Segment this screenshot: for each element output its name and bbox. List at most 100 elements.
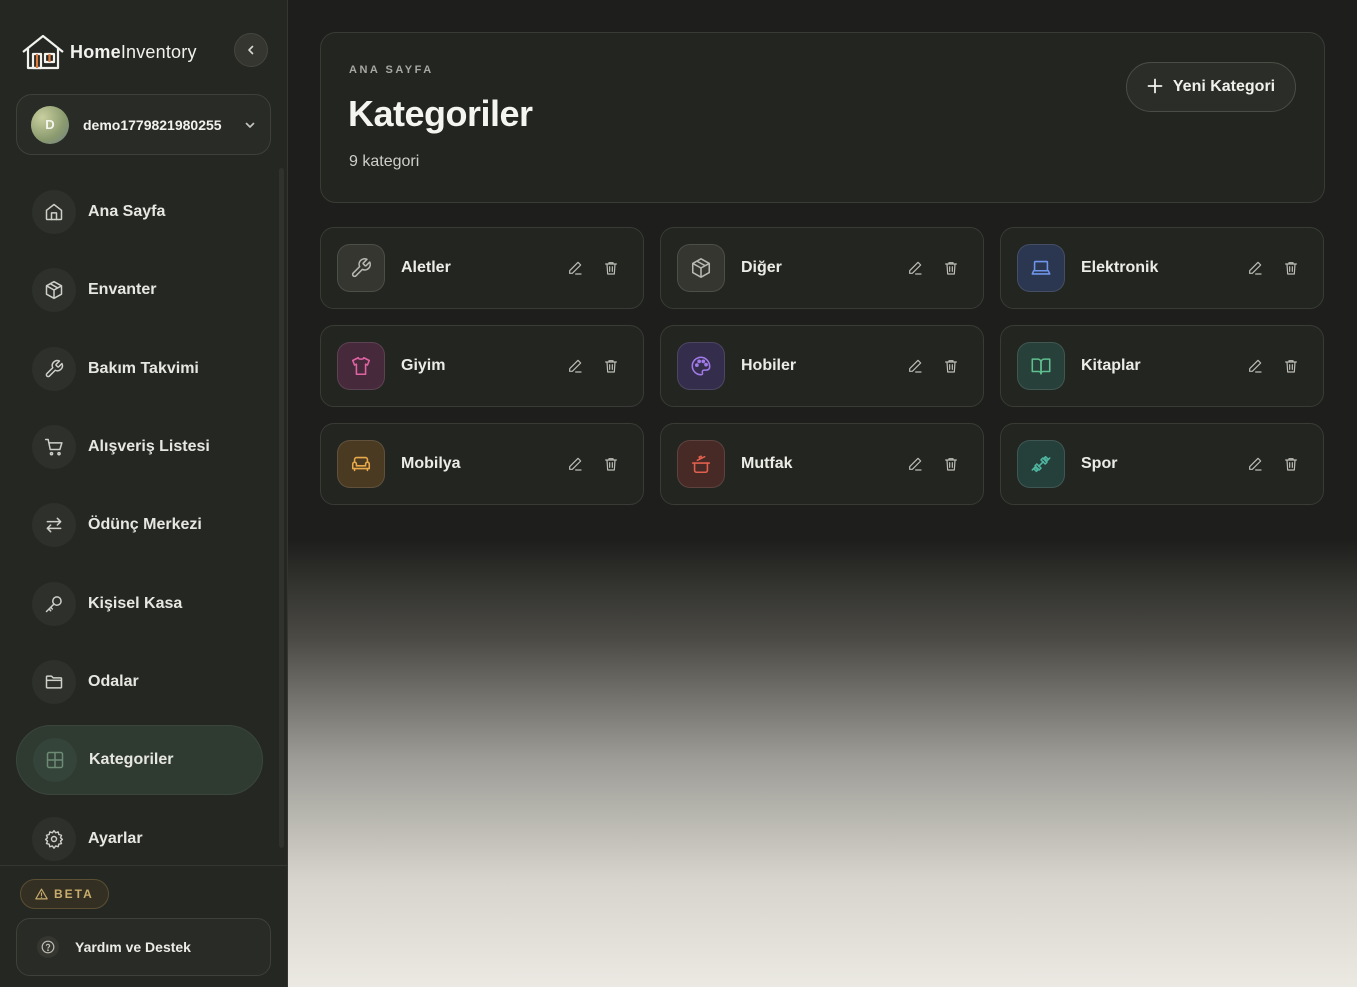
page-header: ANA SAYFA Kategoriler 9 kategori Yeni Ka… <box>320 32 1325 203</box>
folder-icon <box>32 660 76 704</box>
category-card-mobilya[interactable]: Mobilya <box>320 423 644 505</box>
user-name: demo1779821980255 <box>83 116 222 133</box>
laptop-icon <box>1017 244 1065 292</box>
box-icon <box>32 268 76 312</box>
breadcrumb[interactable]: ANA SAYFA <box>349 64 434 76</box>
beta-badge: BETA <box>20 879 109 909</box>
category-label: Hobiler <box>741 357 797 374</box>
sidebar-item-ayarlar[interactable]: Ayarlar <box>16 804 263 874</box>
cooking-pot-icon <box>677 440 725 488</box>
sidebar-item-label: Envanter <box>88 281 157 298</box>
edit-icon[interactable] <box>1245 454 1265 474</box>
sidebar-item-odunc-merkezi[interactable]: Ödünç Merkezi <box>16 490 263 560</box>
edit-icon[interactable] <box>1245 356 1265 376</box>
brand-name-rest: Inventory <box>120 41 197 62</box>
brand-logo[interactable]: HomeInventory <box>20 32 268 72</box>
sidebar-item-envanter[interactable]: Envanter <box>16 255 263 325</box>
trash-icon[interactable] <box>601 454 621 474</box>
category-card-hobiler[interactable]: Hobiler <box>660 325 984 407</box>
category-label: Aletler <box>401 259 451 276</box>
shirt-icon <box>337 342 385 390</box>
sidebar-item-kategoriler[interactable]: Kategoriler <box>16 725 263 795</box>
edit-icon[interactable] <box>565 356 585 376</box>
help-label: Yardım ve Destek <box>75 939 191 955</box>
main-content: ANA SAYFA Kategoriler 9 kategori Yeni Ka… <box>288 0 1357 987</box>
category-card-mutfak[interactable]: Mutfak <box>660 423 984 505</box>
chevron-down-icon <box>244 119 256 131</box>
grid-icon <box>33 738 77 782</box>
trash-icon[interactable] <box>601 258 621 278</box>
beta-label: BETA <box>54 887 94 901</box>
category-label: Mobilya <box>401 455 461 472</box>
category-card-elektronik[interactable]: Elektronik <box>1000 227 1324 309</box>
trash-icon[interactable] <box>601 356 621 376</box>
category-actions <box>905 454 961 474</box>
edit-icon[interactable] <box>565 454 585 474</box>
sidebar-item-label: Kategoriler <box>89 751 174 768</box>
sidebar-item-label: Ayarlar <box>88 830 143 847</box>
sidebar-item-label: Odalar <box>88 673 139 690</box>
cart-icon <box>32 425 76 469</box>
category-actions <box>1245 454 1301 474</box>
edit-icon[interactable] <box>565 258 585 278</box>
edit-icon[interactable] <box>905 258 925 278</box>
sidebar-item-label: Ödünç Merkezi <box>88 516 202 533</box>
chevron-left-icon <box>248 45 254 55</box>
category-actions <box>905 258 961 278</box>
collapse-sidebar-button[interactable] <box>234 33 268 67</box>
category-label: Mutfak <box>741 455 793 472</box>
category-label: Kitaplar <box>1081 357 1141 374</box>
swap-icon <box>32 503 76 547</box>
sidebar-item-odalar[interactable]: Odalar <box>16 647 263 717</box>
category-label: Diğer <box>741 259 782 276</box>
category-label: Spor <box>1081 455 1118 472</box>
wrench-icon <box>32 347 76 391</box>
category-card-spor[interactable]: Spor <box>1000 423 1324 505</box>
avatar: D <box>31 105 69 144</box>
category-card-diger[interactable]: Diğer <box>660 227 984 309</box>
sidebar-item-label: Kişisel Kasa <box>88 595 183 612</box>
sidebar-scrollbar[interactable] <box>279 168 284 848</box>
warning-icon <box>35 888 48 900</box>
sidebar-item-bakim-takvimi[interactable]: Bakım Takvimi <box>16 334 263 404</box>
key-icon <box>32 582 76 626</box>
page-title: Kategoriler <box>348 93 533 134</box>
brand-name: HomeInventory <box>70 42 197 63</box>
category-actions <box>565 356 621 376</box>
edit-icon[interactable] <box>1245 258 1265 278</box>
brand-name-bold: Home <box>70 41 121 62</box>
edit-icon[interactable] <box>905 356 925 376</box>
category-actions <box>1245 356 1301 376</box>
house-logo-icon <box>20 33 66 71</box>
category-label: Elektronik <box>1081 259 1159 276</box>
category-count: 9 kategori <box>349 153 420 170</box>
home-icon <box>32 190 76 234</box>
sidebar-item-label: Ana Sayfa <box>88 203 166 220</box>
sidebar-item-alisveris-listesi[interactable]: Alışveriş Listesi <box>16 412 263 482</box>
category-actions <box>1245 258 1301 278</box>
edit-icon[interactable] <box>905 454 925 474</box>
category-card-kitaplar[interactable]: Kitaplar <box>1000 325 1324 407</box>
trash-icon[interactable] <box>1281 258 1301 278</box>
sidebar-item-ana-sayfa[interactable]: Ana Sayfa <box>16 177 263 247</box>
sidebar: HomeInventory D demo1779821980255 Ana Sa… <box>0 0 288 987</box>
trash-icon[interactable] <box>1281 356 1301 376</box>
wrench-icon <box>337 244 385 292</box>
gear-icon <box>32 817 76 861</box>
category-actions <box>565 454 621 474</box>
trash-icon[interactable] <box>941 258 961 278</box>
category-actions <box>905 356 961 376</box>
book-icon <box>1017 342 1065 390</box>
category-card-aletler[interactable]: Aletler <box>320 227 644 309</box>
category-label: Giyim <box>401 357 446 374</box>
new-category-button[interactable]: Yeni Kategori <box>1126 62 1296 112</box>
palette-icon <box>677 342 725 390</box>
category-card-giyim[interactable]: Giyim <box>320 325 644 407</box>
trash-icon[interactable] <box>941 454 961 474</box>
new-category-label: Yeni Kategori <box>1172 78 1276 95</box>
trash-icon[interactable] <box>941 356 961 376</box>
help-support-button[interactable]: Yardım ve Destek <box>16 918 271 976</box>
user-switcher[interactable]: D demo1779821980255 <box>16 94 271 155</box>
sidebar-item-kisisel-kasa[interactable]: Kişisel Kasa <box>16 569 263 639</box>
trash-icon[interactable] <box>1281 454 1301 474</box>
